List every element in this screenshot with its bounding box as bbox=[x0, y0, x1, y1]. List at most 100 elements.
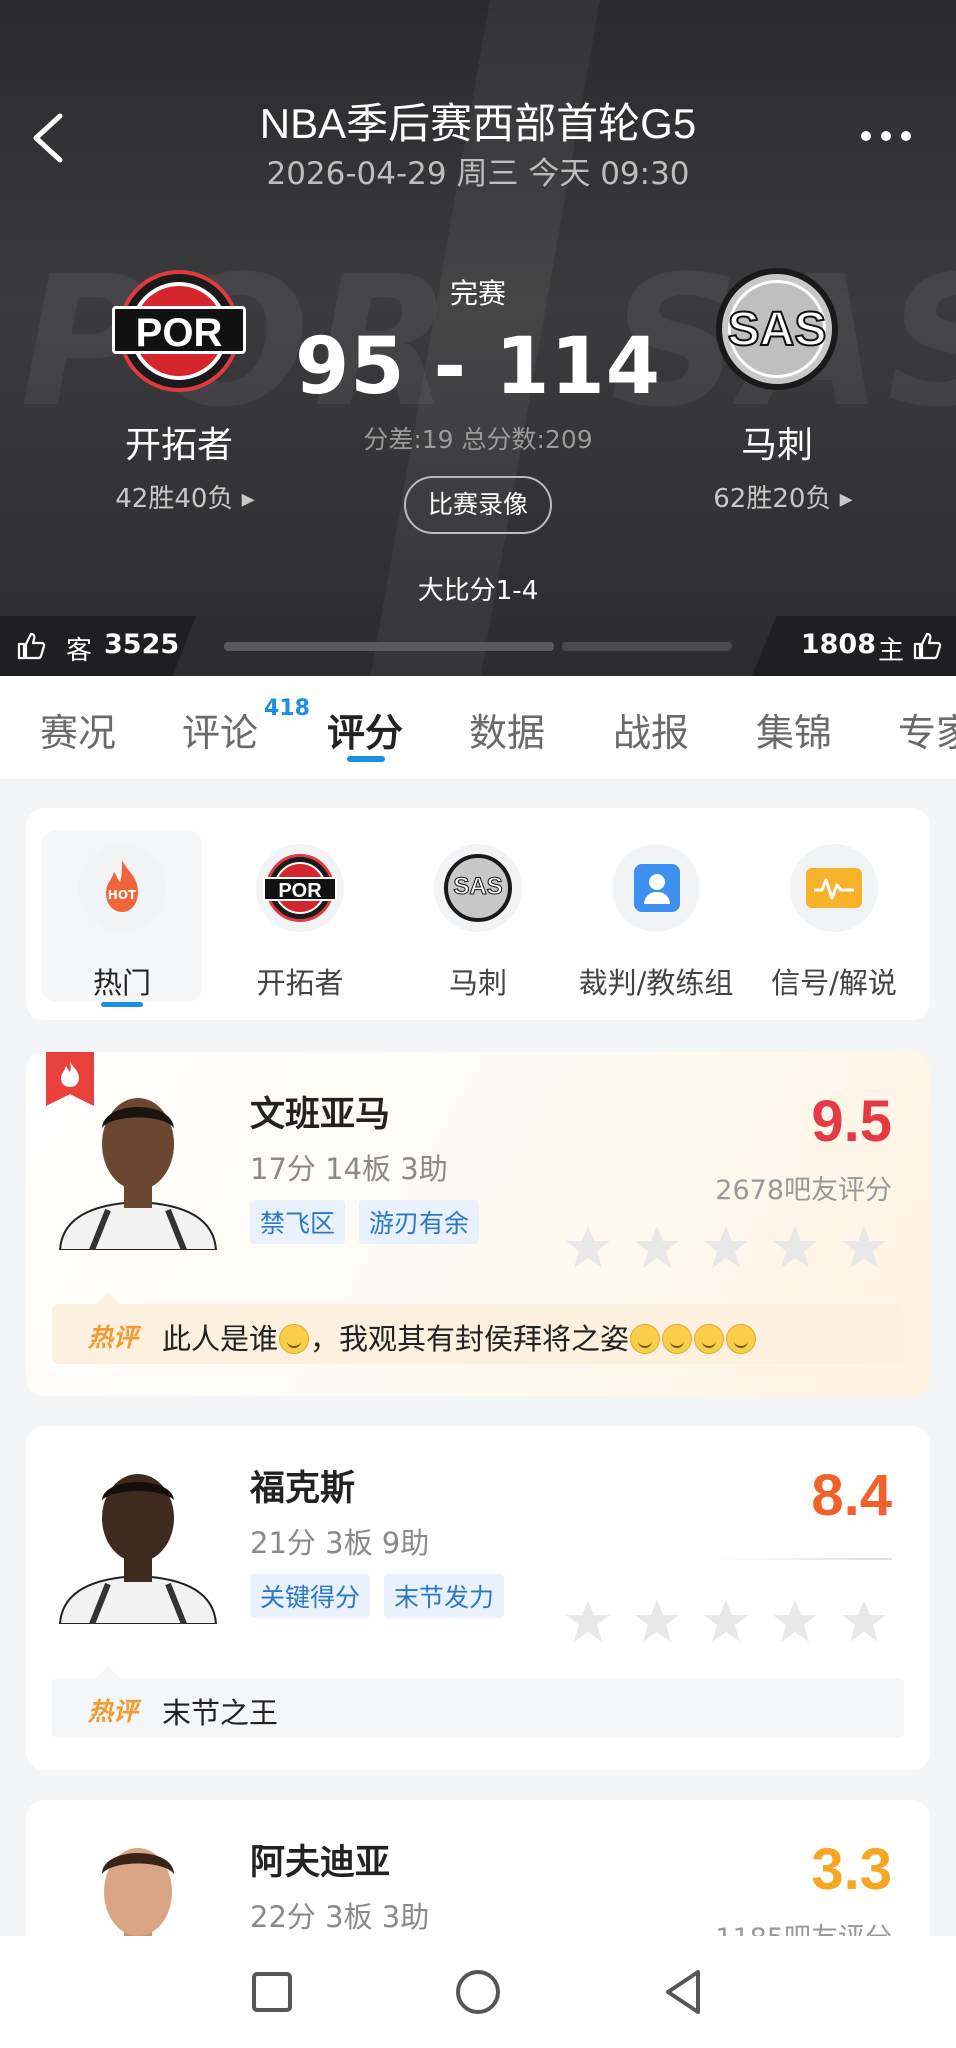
category-home-label: 开拓者 bbox=[256, 966, 344, 1000]
category-away-label: 马刺 bbox=[448, 966, 507, 1000]
hot-comment-badge: 热评 bbox=[88, 1323, 139, 1352]
sas-logo-icon: SAS bbox=[444, 854, 512, 922]
game-header: POR SAS NBA季后赛西部首轮G5 2026-04-29 周三 今天 09… bbox=[0, 0, 956, 676]
hot-comment-text: 此人是谁 ，我观其有封侯拜将之姿 bbox=[162, 1316, 757, 1358]
player-tag[interactable]: 游刃有余 bbox=[359, 1200, 480, 1244]
player-avatar[interactable] bbox=[52, 1452, 224, 1624]
active-category-indicator bbox=[101, 1002, 143, 1007]
smile-emoji-icon bbox=[630, 1324, 661, 1354]
player-rating-score: 8.4 bbox=[811, 1463, 892, 1528]
smile-emoji-icon bbox=[662, 1324, 693, 1354]
category-home-team[interactable]: POR 开拓者 bbox=[215, 844, 385, 1002]
star-icon[interactable] bbox=[771, 1224, 819, 1270]
star-icon[interactable] bbox=[564, 1598, 612, 1644]
player-avatar[interactable] bbox=[52, 1078, 224, 1250]
star-icon[interactable] bbox=[840, 1224, 888, 1270]
player-tags: 关键得分 末节发力 bbox=[250, 1574, 518, 1618]
tab-comments[interactable]: 评论 418 bbox=[182, 696, 310, 757]
category-home-icon-wrap: POR bbox=[256, 844, 344, 932]
star-icon[interactable] bbox=[702, 1598, 750, 1644]
home-like-label: 主 bbox=[877, 636, 904, 666]
home-icon[interactable] bbox=[450, 1964, 506, 2020]
back-nav-icon[interactable] bbox=[656, 1964, 712, 2020]
tab-ratings[interactable]: 评分 bbox=[327, 702, 403, 757]
game-datetime: 2026-04-29 周三 今天 09:30 bbox=[266, 156, 690, 192]
recent-apps-icon[interactable] bbox=[244, 1964, 300, 2020]
category-referee-icon-wrap bbox=[612, 844, 700, 932]
category-broadcast-label: 信号/解说 bbox=[771, 966, 897, 1000]
smile-emoji-icon bbox=[694, 1324, 725, 1354]
away-like-label: 客 bbox=[66, 636, 93, 666]
hot-comment[interactable]: 热评 末节之王 bbox=[52, 1666, 904, 1738]
svg-text:HOT: HOT bbox=[108, 888, 137, 902]
star-icon[interactable] bbox=[702, 1224, 750, 1270]
system-navigation-bar bbox=[0, 1936, 956, 2048]
rating-stars bbox=[543, 1224, 888, 1274]
star-icon[interactable] bbox=[564, 1224, 612, 1270]
star-icon[interactable] bbox=[633, 1598, 681, 1644]
category-broadcast-icon-wrap bbox=[790, 844, 878, 932]
smile-emoji-icon bbox=[726, 1324, 757, 1354]
comment-count-badge: 418 bbox=[264, 696, 310, 721]
away-like-count: 3525 bbox=[104, 629, 180, 660]
player-name: 文班亚马 bbox=[250, 1095, 391, 1135]
more-dots-icon bbox=[861, 131, 871, 141]
category-referee-label: 裁判/教练组 bbox=[578, 966, 734, 1000]
player-tag[interactable]: 禁飞区 bbox=[250, 1200, 346, 1244]
referee-icon bbox=[634, 864, 680, 912]
player-rating-score: 9.5 bbox=[811, 1089, 892, 1154]
category-hot[interactable]: HOT 热门 bbox=[37, 844, 207, 1002]
active-tab-indicator bbox=[347, 756, 385, 762]
player-rating-count: 2678吧友评分 bbox=[715, 1175, 892, 1206]
player-stats: 17分 14板 3助 bbox=[250, 1152, 448, 1186]
signal-icon bbox=[806, 868, 862, 908]
home-like-count: 1808 bbox=[800, 629, 876, 660]
category-away-team[interactable]: SAS 马刺 bbox=[393, 844, 563, 1002]
player-stats: 22分 3板 3助 bbox=[250, 1900, 430, 1934]
tab-bar: 赛况 评论 418 评分 数据 战报 集锦 专家 bbox=[0, 676, 956, 780]
star-icon[interactable] bbox=[840, 1598, 888, 1644]
tab-stats[interactable]: 数据 bbox=[469, 702, 545, 757]
hot-comment-badge: 热评 bbox=[88, 1697, 139, 1726]
hot-comment-text: 末节之王 bbox=[162, 1696, 279, 1730]
category-referee[interactable]: 裁判/教练组 bbox=[571, 844, 741, 1002]
player-name: 福克斯 bbox=[250, 1469, 356, 1509]
por-logo-icon: POR bbox=[263, 854, 337, 922]
tab-report[interactable]: 战报 bbox=[613, 702, 689, 757]
comment-pointer bbox=[96, 1292, 120, 1304]
player-rating-card[interactable]: 福克斯 21分 3板 9助 关键得分 末节发力 8.4 热评 末节之王 bbox=[26, 1426, 930, 1770]
series-score: 大比分1-4 bbox=[417, 576, 539, 606]
rating-count-placeholder bbox=[712, 1558, 892, 1560]
more-options-button[interactable] bbox=[856, 124, 916, 148]
star-icon[interactable] bbox=[633, 1224, 681, 1270]
player-name: 阿夫迪亚 bbox=[250, 1843, 391, 1883]
star-icon[interactable] bbox=[771, 1598, 819, 1644]
hot-comment[interactable]: 热评 此人是谁 ，我观其有封侯拜将之姿 bbox=[52, 1292, 904, 1364]
tab-highlights[interactable]: 集锦 bbox=[756, 702, 832, 757]
player-tag[interactable]: 末节发力 bbox=[384, 1574, 505, 1618]
player-rating-score: 3.3 bbox=[811, 1837, 892, 1902]
home-team-record[interactable]: 42胜40负 ▸ bbox=[85, 478, 285, 515]
support-bar: 客 3525 1808 主 bbox=[0, 616, 956, 676]
player-tag[interactable]: 关键得分 bbox=[250, 1574, 371, 1618]
tab-comments-label: 评论 bbox=[182, 711, 259, 755]
rating-stars bbox=[543, 1598, 888, 1648]
score-meta: 分差:19 总分数:209 bbox=[363, 425, 593, 454]
player-rating-card[interactable]: 文班亚马 17分 14板 3助 禁飞区 游刃有余 9.5 2678吧友评分 热评 … bbox=[26, 1052, 930, 1396]
support-progress-home bbox=[562, 642, 732, 651]
final-score: 95 - 114 bbox=[294, 322, 662, 412]
replay-button[interactable]: 比赛录像 bbox=[404, 476, 552, 534]
tab-live[interactable]: 赛况 bbox=[40, 702, 116, 757]
cat-emoji-icon bbox=[279, 1324, 310, 1354]
category-broadcast[interactable]: 信号/解说 bbox=[749, 844, 919, 1002]
away-team-record[interactable]: 62胜20负 ▸ bbox=[683, 478, 883, 515]
comment-pointer bbox=[96, 1666, 120, 1678]
game-title: NBA季后赛西部首轮G5 bbox=[259, 100, 697, 147]
away-like-button[interactable]: 客 3525 bbox=[0, 616, 196, 676]
tab-experts[interactable]: 专家 bbox=[898, 702, 956, 757]
thumbs-up-icon bbox=[913, 632, 942, 660]
thumbs-up-icon bbox=[17, 632, 46, 660]
category-hot-label: 热门 bbox=[92, 966, 151, 1000]
home-like-button[interactable]: 1808 主 bbox=[752, 616, 956, 676]
hot-icon: HOT bbox=[106, 860, 138, 912]
